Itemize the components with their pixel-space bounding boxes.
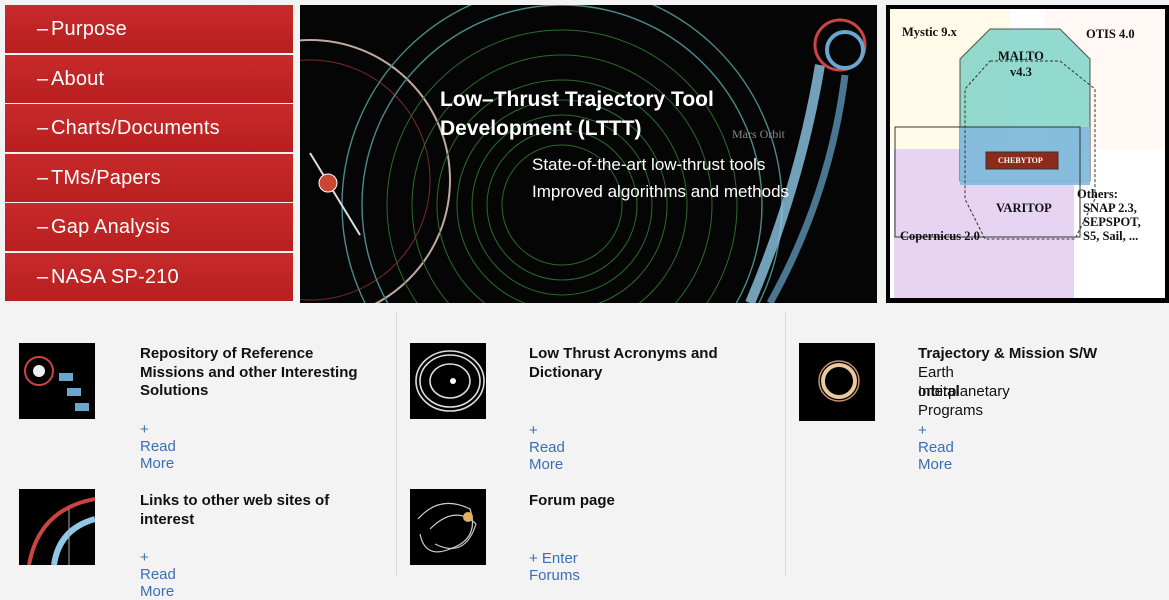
tools-diagram: Mystic 9.x OTIS 4.0 MALTO v4.3 CHEBYTOP … <box>886 5 1169 303</box>
nav-item-label: About <box>51 67 105 90</box>
card-title[interactable]: Low Thrust Acronyms and Dictionary <box>529 345 769 382</box>
mars-orbit-label: Mars Orbit <box>732 127 785 141</box>
nav-item-label: TMs/Papers <box>51 166 161 189</box>
nav-item-label: Charts/Documents <box>51 117 220 140</box>
mystic-label: Mystic 9.x <box>902 25 957 39</box>
malto-label: MALTO <box>998 49 1044 63</box>
others-item-3: S5, Sail, ... <box>1083 229 1139 243</box>
enter-forums-link[interactable]: + Enter Forums <box>529 550 580 584</box>
nav-item-label: Gap Analysis <box>51 216 171 239</box>
card-title[interactable]: Trajectory & Mission S/W <box>918 345 1158 364</box>
read-more-link[interactable]: + Read More <box>140 421 176 472</box>
column-divider <box>785 312 786 576</box>
nav-item-purpose[interactable]: Purpose <box>5 5 293 53</box>
reference-missions-thumbnail[interactable] <box>19 343 95 419</box>
card-subtitle: Interplanetary Programs <box>918 383 1010 419</box>
read-more-link[interactable]: + Read More <box>529 422 565 473</box>
nav-item-tms-papers[interactable]: TMs/Papers <box>5 153 293 202</box>
hero-banner: Low–Thrust Trajectory Tool Development (… <box>300 5 877 303</box>
hero-title: Low–Thrust Trajectory Tool Development (… <box>440 88 714 140</box>
nav-item-charts-documents[interactable]: Charts/Documents <box>5 104 293 153</box>
chebytop-label: CHEBYTOP <box>998 156 1043 165</box>
read-more-link[interactable]: + Read More <box>140 549 176 600</box>
read-more-link[interactable]: + Read More <box>918 422 954 473</box>
side-nav: Purpose About Charts/Documents TMs/Paper… <box>5 5 293 301</box>
nav-item-label: NASA SP-210 <box>51 265 179 288</box>
trajectory-thumbnail[interactable] <box>799 343 875 421</box>
copernicus-label: Copernicus 2.0 <box>900 229 980 243</box>
orbit-graphic <box>300 5 867 303</box>
hero-line-2: Improved algorithms and methods <box>532 182 790 201</box>
others-label: Others: <box>1077 187 1118 201</box>
malto-version-label: v4.3 <box>1010 65 1032 79</box>
column-divider <box>396 312 397 576</box>
card-title[interactable]: Forum page <box>529 492 769 511</box>
nav-item-about[interactable]: About <box>5 54 293 103</box>
forum-thumbnail[interactable] <box>410 489 486 565</box>
others-item-1: SNAP 2.3, <box>1083 201 1137 215</box>
nav-item-label: Purpose <box>51 18 127 40</box>
nav-item-gap-analysis[interactable]: Gap Analysis <box>5 203 293 252</box>
otis-label: OTIS 4.0 <box>1086 27 1135 41</box>
nav-item-nasa-sp-210[interactable]: NASA SP-210 <box>5 252 293 301</box>
acronyms-thumbnail[interactable] <box>410 343 486 419</box>
links-thumbnail[interactable] <box>19 489 95 565</box>
others-item-2: SEPSPOT, <box>1083 215 1141 229</box>
card-title[interactable]: Links to other web sites of interest <box>140 492 375 529</box>
hero-line-1: State-of-the-art low-thrust tools <box>532 155 766 174</box>
card-title[interactable]: Repository of Reference Missions and oth… <box>140 345 370 401</box>
varitop-label: VARITOP <box>996 201 1052 215</box>
